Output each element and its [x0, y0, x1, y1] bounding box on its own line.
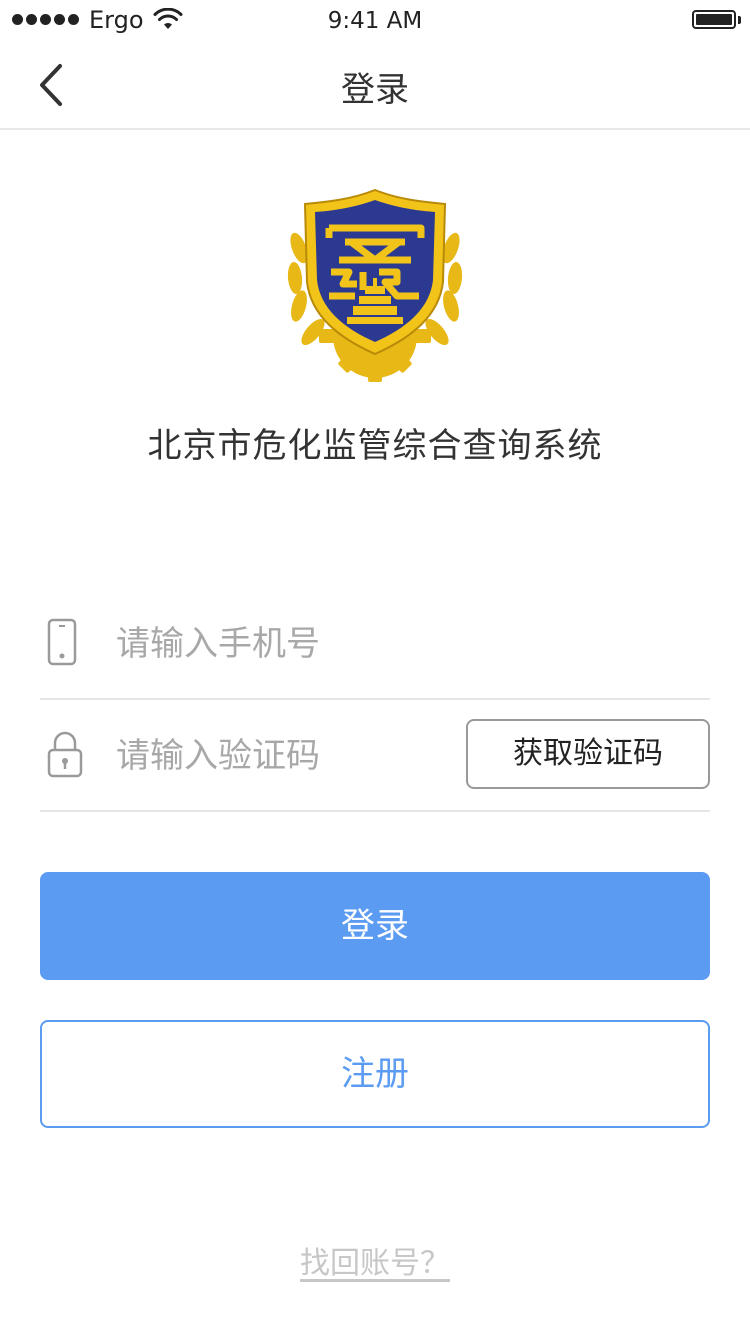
phone-input[interactable]: [116, 618, 446, 670]
register-button[interactable]: 注册: [40, 1020, 710, 1128]
phone-row: [40, 588, 710, 700]
battery-icon: [692, 10, 736, 29]
lock-icon: [47, 731, 83, 778]
code-row: 获取验证码: [40, 700, 710, 812]
battery-tip: [738, 16, 741, 24]
status-bar: Ergo 9:41 AM: [0, 0, 750, 42]
page-title: 登录: [341, 70, 409, 110]
login-button[interactable]: 登录: [40, 872, 710, 980]
status-time: 9:41 AM: [327, 8, 423, 34]
recover-account-label: 找回账号？: [300, 1246, 450, 1281]
login-screen: Ergo 9:41 AM 登录 北京市危化监管综合查询系统 请输入手机号 请输入…: [0, 0, 750, 1334]
emblem-logo: [287, 188, 463, 382]
get-code-button[interactable]: 获取验证码: [466, 719, 710, 789]
app-name: 北京市危化监管综合查询系统: [147, 426, 603, 466]
navigation-bar: 登录: [0, 42, 750, 130]
phone-icon: [47, 618, 77, 666]
verification-code-input[interactable]: [116, 730, 446, 782]
recover-account-link[interactable]: 找回账号？: [0, 1238, 750, 1282]
